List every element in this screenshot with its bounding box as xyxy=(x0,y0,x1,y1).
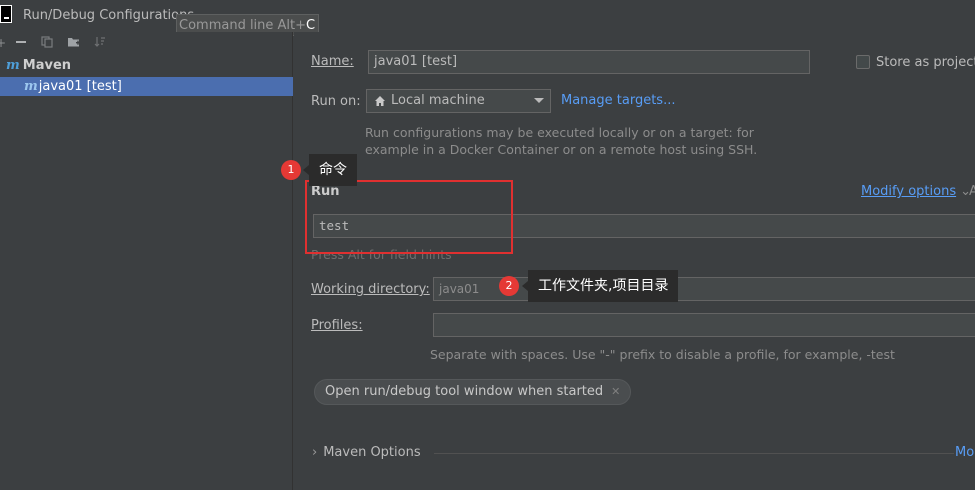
working-directory-label: Working directory: xyxy=(311,282,430,297)
folder-add-icon[interactable] xyxy=(67,36,81,50)
section-divider xyxy=(434,453,954,454)
title-bar: Run/Debug Configurations Command line Al… xyxy=(0,0,975,36)
chevron-right-icon: › xyxy=(312,445,318,460)
maven-options-expander[interactable]: › Maven Options xyxy=(312,445,421,460)
run-on-dropdown[interactable]: Local machine xyxy=(366,89,551,113)
close-icon[interactable]: ✕ xyxy=(611,385,620,398)
annotation-callout-1: 命令 xyxy=(303,154,357,186)
store-as-project-label[interactable]: Store as project f xyxy=(876,55,975,70)
name-label: Name: xyxy=(311,54,354,69)
more-link[interactable]: Mo xyxy=(955,445,974,460)
store-as-project-checkbox[interactable] xyxy=(856,55,870,69)
remove-icon[interactable] xyxy=(14,36,28,50)
tree-toolbar: + xyxy=(0,32,293,54)
run-on-hint-line2: example in a Docker Container or on a re… xyxy=(365,142,758,157)
add-icon[interactable]: + xyxy=(0,36,8,50)
name-field[interactable]: java01 [test] xyxy=(368,50,810,74)
chip-label: Open run/debug tool window when started xyxy=(325,384,604,399)
annotation-badge-1: 1 xyxy=(281,160,301,180)
copy-icon[interactable] xyxy=(40,36,54,50)
home-icon xyxy=(375,96,385,106)
annotation-badge-2: 2 xyxy=(499,276,519,296)
profiles-input[interactable] xyxy=(433,313,975,337)
profiles-label: Profiles: xyxy=(311,318,363,333)
sort-icon[interactable] xyxy=(93,36,107,50)
run-on-value: Local machine xyxy=(391,93,485,108)
config-tree-panel: + m Maven mjava01 [test] xyxy=(0,32,293,490)
tree-group-maven[interactable]: m Maven xyxy=(6,58,71,76)
tooltip-text: Command line Alt+ xyxy=(179,18,307,33)
open-tool-window-chip[interactable]: Open run/debug tool window when started ✕ xyxy=(314,379,632,405)
profiles-hint: Separate with spaces. Use "-" prefix to … xyxy=(430,347,895,362)
run-on-label: Run on: xyxy=(311,94,361,109)
tree-group-label: Maven xyxy=(22,58,72,73)
modify-options-link[interactable]: Modify options ⌄ xyxy=(861,184,971,199)
chevron-down-icon xyxy=(534,98,544,103)
config-detail-panel: Name: java01 [test] Store as project f R… xyxy=(294,32,975,490)
maven-icon: m xyxy=(6,58,20,73)
maven-run-config-icon: m xyxy=(24,79,38,94)
tree-item-label: java01 [test] xyxy=(38,79,122,94)
annotation-callout-2: 工作文件夹,项目目录 xyxy=(521,270,679,302)
annotation-highlight-box xyxy=(305,180,513,254)
tooltip-key: C xyxy=(306,18,316,33)
window-title: Run/Debug Configurations xyxy=(23,8,195,23)
modify-options-shortcut-fragment: A xyxy=(969,184,975,199)
intellij-logo-icon xyxy=(0,5,12,23)
tree-item-java01[interactable]: mjava01 [test] xyxy=(0,77,293,96)
manage-targets-link[interactable]: Manage targets... xyxy=(561,93,675,108)
run-on-hint-line1: Run configurations may be executed local… xyxy=(365,125,754,140)
